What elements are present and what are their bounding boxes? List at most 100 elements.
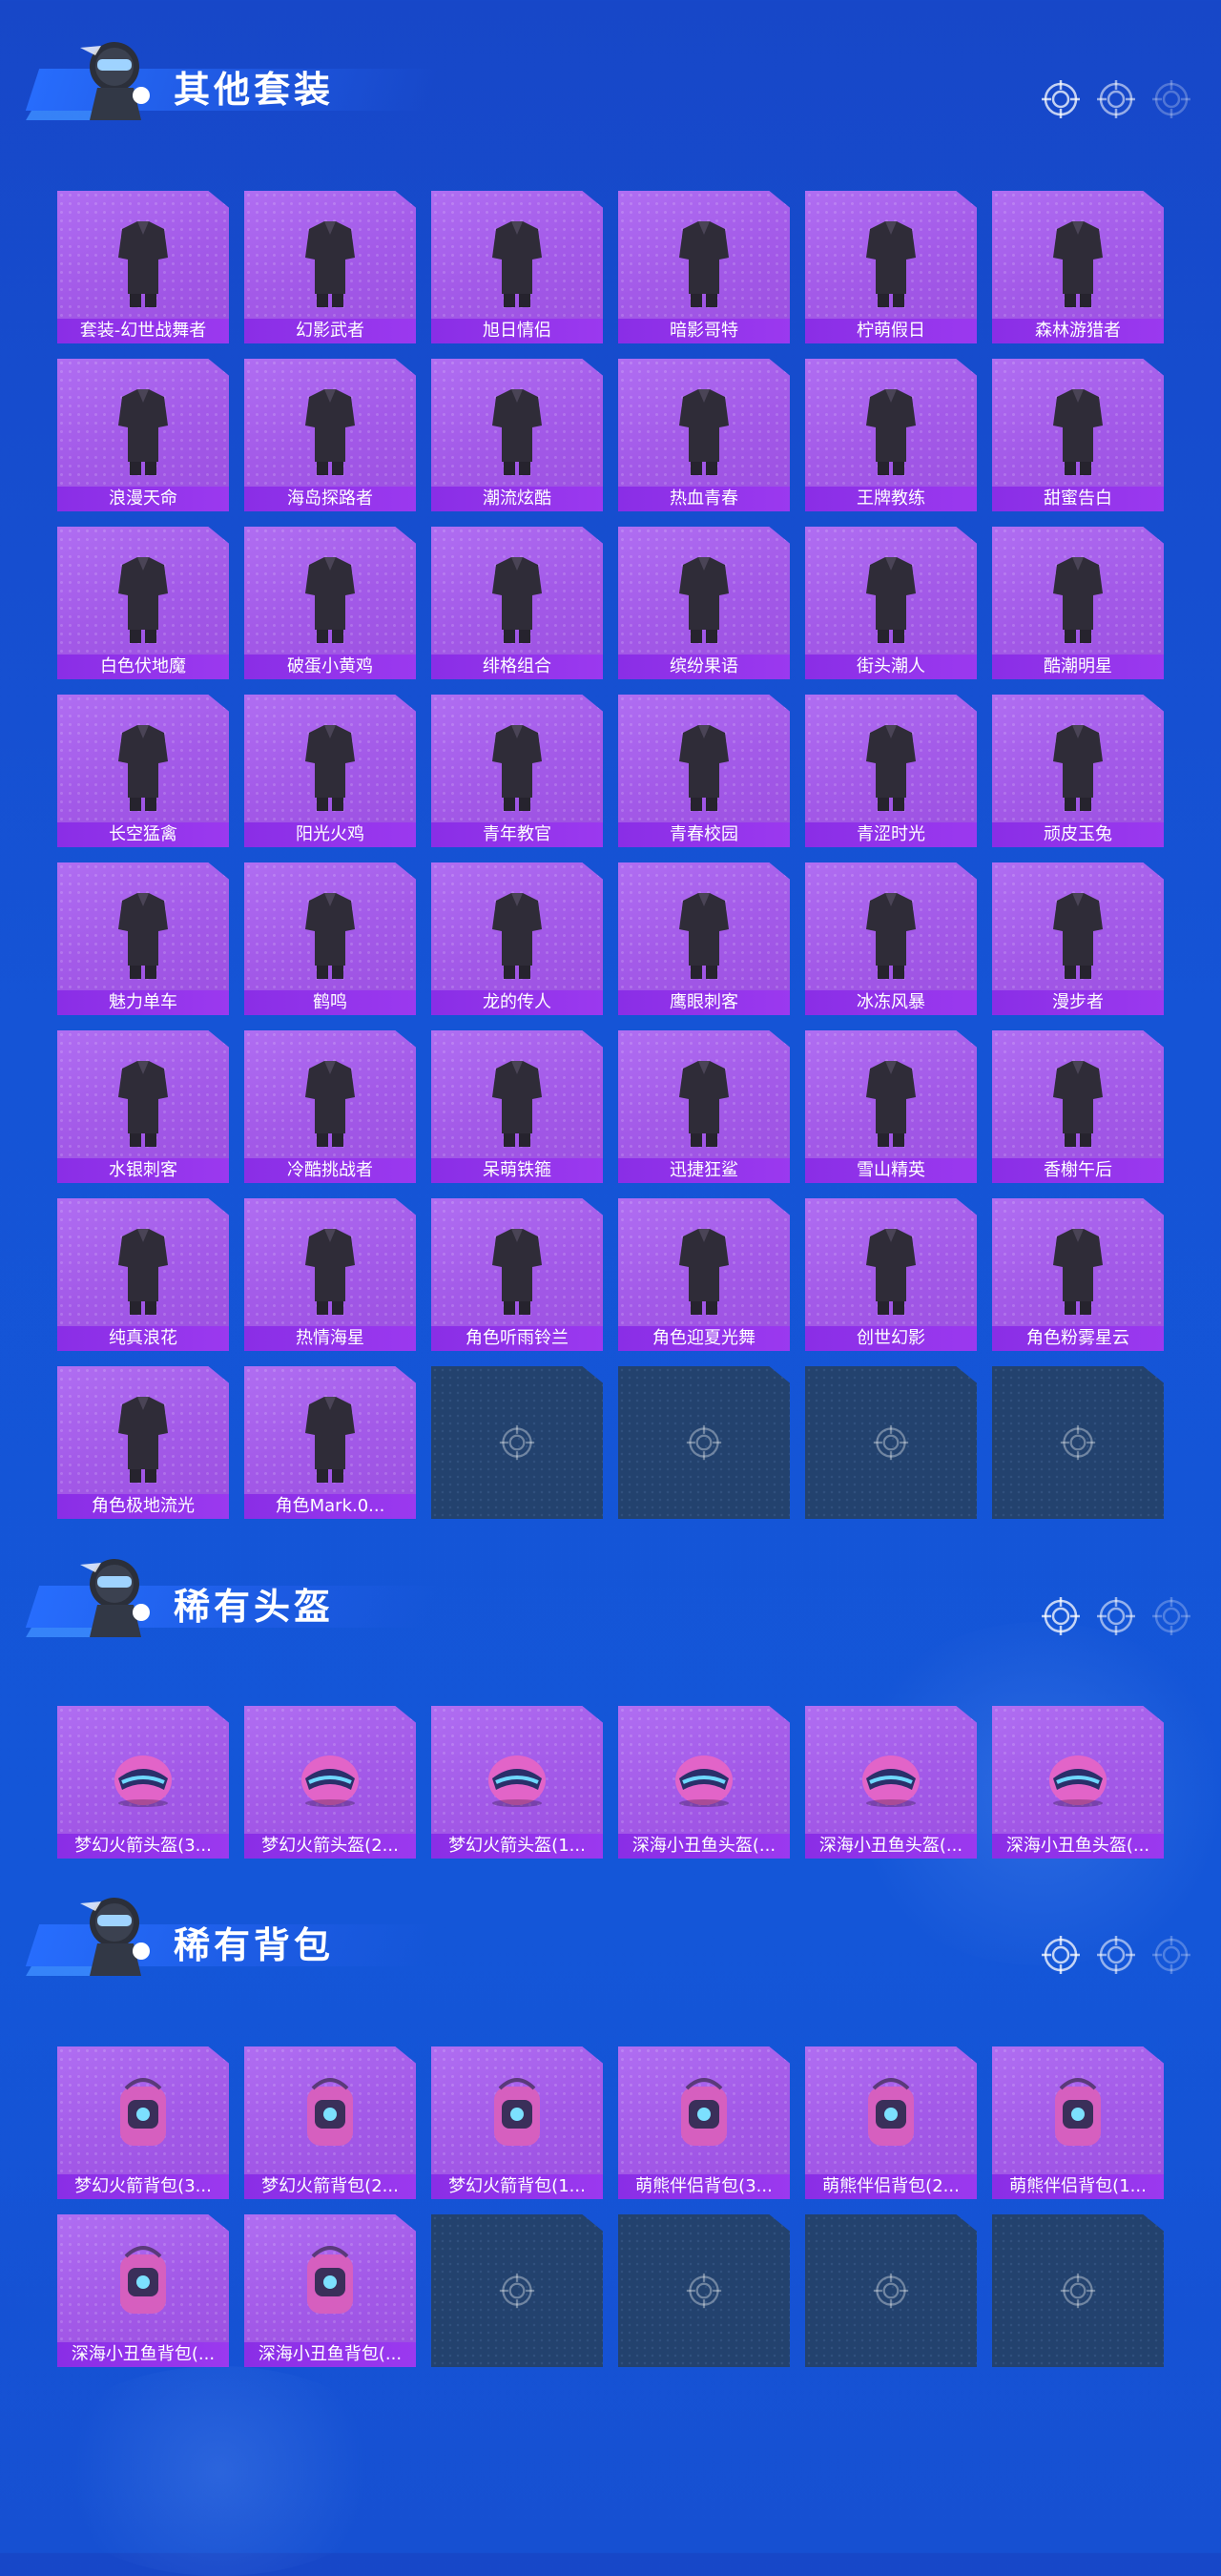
item-card[interactable]: 浪漫天命 [57,359,229,511]
item-card[interactable]: 鹰眼刺客 [618,862,790,1015]
item-grid: 套装-幻世战舞者 幻影武者 旭日情侣 暗影哥特 柠萌假日 森林游猎者 浪漫天命 … [57,191,1164,1519]
item-card[interactable]: 梦幻火箭背包(1... [431,2046,603,2199]
item-card[interactable]: 冰冻风暴 [805,862,977,1015]
outfit-icon [305,557,355,643]
item-card[interactable]: 水银刺客 [57,1030,229,1183]
item-card[interactable]: 萌熊伴侣背包(2... [805,2046,977,2199]
empty-slot [618,2214,790,2367]
item-card[interactable]: 创世幻影 [805,1198,977,1351]
empty-slot [805,1366,977,1519]
item-grid: 梦幻火箭头盔(3... 梦幻火箭头盔(2... 梦幻火箭头盔(1... 深海小丑… [57,1706,1164,1859]
item-card[interactable]: 梦幻火箭头盔(1... [431,1706,603,1859]
outfit-icon [492,1229,542,1315]
item-card[interactable]: 青年教官 [431,695,603,847]
item-card[interactable]: 暗影哥特 [618,191,790,343]
item-card[interactable]: 鹤鸣 [244,862,416,1015]
mascot-icon [80,1559,150,1637]
item-name: 纯真浪花 [57,1326,229,1351]
item-card[interactable]: 柠萌假日 [805,191,977,343]
item-name: 热情海星 [244,1326,416,1351]
item-card[interactable]: 长空猛禽 [57,695,229,847]
item-card[interactable]: 深海小丑鱼头盔(... [992,1706,1164,1859]
item-name: 龙的传人 [431,990,603,1015]
outfit-icon [679,893,729,979]
item-card[interactable]: 冷酷挑战者 [244,1030,416,1183]
outfit-icon [492,893,542,979]
background-glow [38,2366,401,2576]
item-card[interactable]: 青春校园 [618,695,790,847]
item-name: 街头潮人 [805,654,977,679]
item-card[interactable]: 深海小丑鱼头盔(... [805,1706,977,1859]
item-card[interactable]: 王牌教练 [805,359,977,511]
item-card[interactable]: 绯格组合 [431,527,603,679]
item-card[interactable]: 森林游猎者 [992,191,1164,343]
item-name: 暗影哥特 [618,319,790,343]
item-card[interactable]: 热血青春 [618,359,790,511]
item-card[interactable]: 旭日情侣 [431,191,603,343]
item-name: 顽皮玉兔 [992,822,1164,847]
item-card[interactable]: 角色迎夏光舞 [618,1198,790,1351]
item-card[interactable]: 梦幻火箭背包(3... [57,2046,229,2199]
item-card[interactable]: 角色极地流光 [57,1366,229,1519]
item-card[interactable]: 潮流炫酷 [431,359,603,511]
item-card[interactable]: 梦幻火箭背包(2... [244,2046,416,2199]
item-card[interactable]: 街头潮人 [805,527,977,679]
item-name: 角色粉雾星云 [992,1326,1164,1351]
item-card[interactable]: 青涩时光 [805,695,977,847]
item-card[interactable]: 海岛探路者 [244,359,416,511]
helmet-icon [1049,1755,1107,1807]
item-name: 鹰眼刺客 [618,990,790,1015]
item-name: 呆萌铁箍 [431,1158,603,1183]
item-card[interactable]: 魅力单车 [57,862,229,1015]
item-card[interactable]: 角色粉雾星云 [992,1198,1164,1351]
crosshair-icon [1042,1936,1080,1974]
outfit-icon [679,725,729,811]
item-card[interactable]: 阳光火鸡 [244,695,416,847]
item-card[interactable]: 破蛋小黄鸡 [244,527,416,679]
item-card[interactable]: 角色听雨铃兰 [431,1198,603,1351]
item-card[interactable]: 酷潮明星 [992,527,1164,679]
item-card[interactable]: 角色Mark.0... [244,1366,416,1519]
item-card[interactable]: 香榭午后 [992,1030,1164,1183]
item-card[interactable]: 梦幻火箭头盔(3... [57,1706,229,1859]
item-name: 鹤鸣 [244,990,416,1015]
crosshair-icon [1097,1597,1135,1635]
item-card[interactable]: 幻影武者 [244,191,416,343]
item-name: 白色伏地魔 [57,654,229,679]
item-card[interactable]: 雪山精英 [805,1030,977,1183]
item-name: 迅捷狂鲨 [618,1158,790,1183]
item-name: 绯格组合 [431,654,603,679]
backpack-icon [868,2078,914,2146]
item-card[interactable]: 呆萌铁箍 [431,1030,603,1183]
item-card[interactable]: 龙的传人 [431,862,603,1015]
item-card[interactable]: 漫步者 [992,862,1164,1015]
item-name: 柠萌假日 [805,319,977,343]
item-card[interactable]: 萌熊伴侣背包(3... [618,2046,790,2199]
item-card[interactable]: 白色伏地魔 [57,527,229,679]
item-card[interactable]: 甜蜜告白 [992,359,1164,511]
item-name: 热血青春 [618,487,790,511]
item-name: 梦幻火箭头盔(2... [244,1834,416,1859]
item-card[interactable]: 热情海星 [244,1198,416,1351]
item-card[interactable]: 迅捷狂鲨 [618,1030,790,1183]
item-card[interactable]: 梦幻火箭头盔(2... [244,1706,416,1859]
crosshair-icon [499,2273,535,2309]
item-name: 雪山精英 [805,1158,977,1183]
item-card[interactable]: 纯真浪花 [57,1198,229,1351]
outfit-icon [679,221,729,307]
item-name: 深海小丑鱼头盔(... [992,1834,1164,1859]
helmet-icon [675,1755,733,1807]
item-card[interactable]: 深海小丑鱼头盔(... [618,1706,790,1859]
item-card[interactable]: 深海小丑鱼背包(... [244,2214,416,2367]
outfit-icon [1053,893,1103,979]
helmet-icon [862,1755,920,1807]
outfit-icon [118,1061,168,1147]
crosshair-icon [686,1424,722,1461]
item-card[interactable]: 顽皮玉兔 [992,695,1164,847]
item-card[interactable]: 缤纷果语 [618,527,790,679]
item-card[interactable]: 深海小丑鱼背包(... [57,2214,229,2367]
crosshair-icon [1060,1424,1096,1461]
item-card[interactable]: 萌熊伴侣背包(1... [992,2046,1164,2199]
item-card[interactable]: 套装-幻世战舞者 [57,191,229,343]
item-name: 青涩时光 [805,822,977,847]
